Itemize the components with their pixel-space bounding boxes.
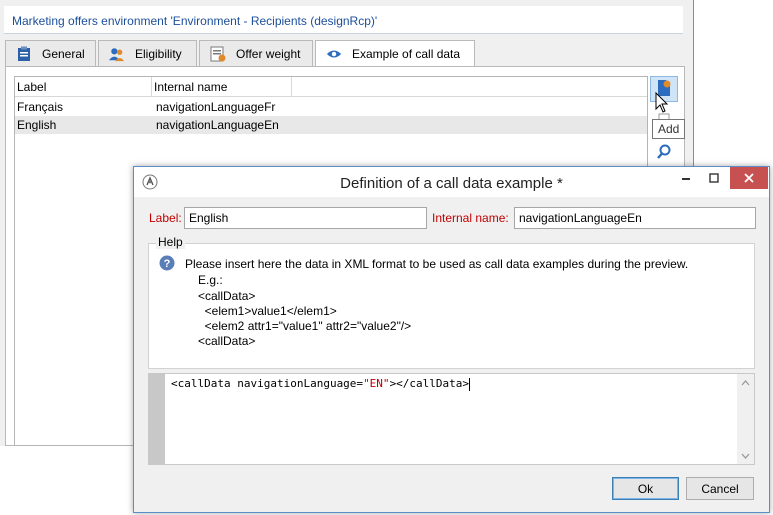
window-title: Marketing offers environment 'Environmen…: [12, 14, 378, 28]
tab-example-of-call-data[interactable]: Example of call data: [315, 40, 475, 67]
grid-header: Label Internal name: [15, 77, 647, 97]
tab-eligibility[interactable]: Eligibility: [98, 40, 197, 66]
table-row-selected[interactable]: English navigationLanguageEn: [15, 116, 647, 134]
window-title-bar: Marketing offers environment 'Environmen…: [4, 6, 683, 34]
users-icon: [109, 46, 125, 62]
label-field[interactable]: English: [184, 207, 427, 229]
question-icon: ?: [159, 255, 175, 271]
close-icon: [744, 173, 754, 183]
call-data-example-dialog: Definition of a call data example * Labe…: [133, 166, 770, 513]
xml-editor[interactable]: <callData navigationLanguage="EN"></call…: [148, 373, 755, 465]
column-header-internal-name[interactable]: Internal name: [154, 80, 227, 94]
tab-label: Offer weight: [236, 46, 301, 61]
row-label: Français: [17, 100, 64, 114]
help-example-line: <elem1>value1</elem1>: [198, 304, 337, 318]
weight-list-icon: [210, 46, 226, 62]
internal-name-caption: Internal name:: [432, 211, 509, 225]
minimize-button[interactable]: [672, 167, 700, 189]
scroll-up-button[interactable]: [737, 374, 754, 391]
vertical-scrollbar[interactable]: [737, 374, 754, 464]
tab-label: General: [42, 46, 85, 61]
xml-code[interactable]: <callData navigationLanguage="EN"></call…: [171, 377, 471, 391]
svg-text:?: ?: [164, 258, 171, 270]
internal-name-field[interactable]: navigationLanguageEn: [514, 207, 756, 229]
editor-gutter: [149, 374, 165, 464]
table-row[interactable]: Français navigationLanguageFr: [15, 98, 647, 116]
close-button[interactable]: [730, 167, 768, 189]
maximize-button[interactable]: [700, 167, 728, 189]
column-header-label[interactable]: Label: [17, 80, 46, 94]
code-text: <callData navigationLanguage=: [171, 377, 364, 390]
search-icon: [656, 144, 672, 163]
text-caret: [469, 377, 471, 391]
code-text: ></callData>: [389, 377, 470, 390]
cancel-button[interactable]: Cancel: [686, 477, 754, 500]
search-button[interactable]: [650, 140, 678, 166]
chevron-up-icon: [741, 379, 750, 385]
maximize-icon: [709, 173, 719, 183]
chevron-down-icon: [741, 453, 750, 459]
add-tooltip: Add: [652, 119, 686, 139]
ok-button[interactable]: Ok: [612, 477, 679, 500]
tab-strip: General Eligibility Offer weight Example…: [5, 40, 685, 67]
row-internal-name: navigationLanguageEn: [156, 118, 279, 132]
tab-general[interactable]: General: [5, 40, 96, 66]
label-caption: Label:: [149, 211, 182, 225]
help-text: Please insert here the data in XML forma…: [185, 257, 689, 271]
tab-label: Eligibility: [135, 46, 182, 61]
help-example-line: E.g.:: [198, 273, 223, 287]
tab-label: Example of call data: [352, 47, 461, 61]
clipboard-icon: [16, 46, 32, 62]
help-example-line: <callData>: [198, 289, 256, 303]
row-internal-name: navigationLanguageFr: [156, 100, 276, 114]
tab-offer-weight[interactable]: Offer weight: [199, 40, 313, 66]
dialog-title-bar[interactable]: Definition of a call data example *: [134, 167, 769, 197]
help-example-line: <elem2 attr1="value1" attr2="value2"/>: [198, 319, 412, 333]
help-example-line: <callData>: [198, 334, 256, 348]
column-divider[interactable]: [291, 77, 292, 97]
minimize-icon: [682, 178, 690, 180]
column-divider[interactable]: [151, 77, 152, 97]
scroll-down-button[interactable]: [737, 447, 754, 464]
mouse-cursor-icon: [655, 92, 669, 113]
eye-icon: [326, 46, 342, 62]
row-label: English: [17, 118, 57, 132]
code-attribute-value: "EN": [363, 377, 390, 390]
help-legend: Help: [156, 235, 185, 249]
